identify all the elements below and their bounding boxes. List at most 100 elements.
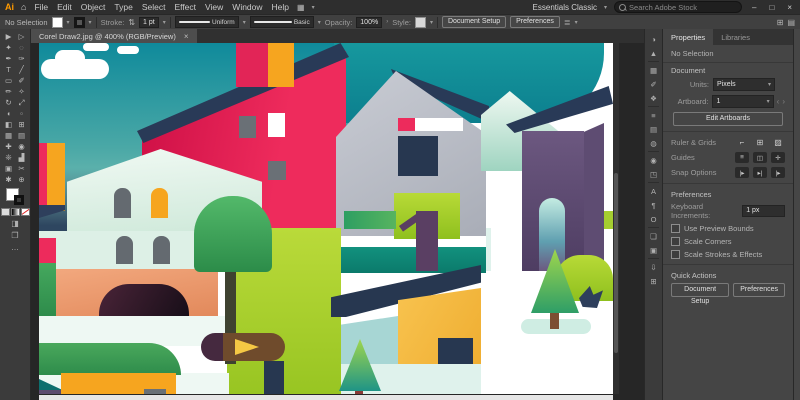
layers-panel-icon[interactable]: ❏ — [646, 229, 661, 243]
align-chevron-icon[interactable]: ▾ — [575, 19, 578, 26]
mint-house-arch-window-orange[interactable] — [151, 188, 168, 218]
stroke-color-swatch[interactable] — [74, 17, 85, 28]
pencil-tool[interactable]: ✏ — [2, 86, 15, 97]
slice-tool[interactable]: ✂ — [15, 163, 28, 174]
horizontal-scrollbar[interactable] — [31, 394, 644, 400]
tab-close-icon[interactable]: × — [184, 32, 189, 41]
paintbrush-tool[interactable]: ✐ — [15, 75, 28, 86]
edit-artboards-button[interactable]: Edit Artboards — [673, 112, 783, 126]
workspace-switcher-icon[interactable]: ▦ — [297, 3, 305, 12]
symbol-sprayer-tool[interactable]: ❊ — [2, 152, 15, 163]
artboard[interactable] — [39, 43, 613, 394]
brush-definition-select[interactable]: Basic — [250, 16, 314, 28]
quick-preferences-button[interactable]: Preferences — [733, 283, 785, 297]
width-profile-chevron-icon[interactable]: ▾ — [243, 19, 246, 26]
pine-trunk[interactable] — [550, 311, 559, 329]
variable-width-profile-select[interactable]: Uniform — [175, 16, 239, 28]
artboards-panel-icon[interactable]: ▣ — [646, 243, 661, 257]
drawing-modes-icon[interactable]: ◨ — [11, 219, 19, 228]
brushes-panel-icon[interactable]: ✐ — [646, 77, 661, 91]
grid-icon[interactable]: ⊞ — [753, 137, 767, 148]
workspace-chevron-icon[interactable]: ▾ — [604, 4, 607, 11]
artboard-tool[interactable]: ▣ — [2, 163, 15, 174]
scale-corners-checkbox[interactable] — [671, 237, 680, 246]
document-tab[interactable]: Corel Draw2.jpg @ 400% (RGB/Preview) × — [31, 29, 197, 43]
gradient-panel-icon[interactable]: ▤ — [646, 122, 661, 136]
tree-canopy[interactable] — [194, 196, 272, 272]
cloud[interactable] — [83, 43, 109, 51]
red-house-window[interactable] — [268, 161, 286, 180]
canvas-viewport[interactable] — [31, 43, 644, 394]
stroke-chevron-icon[interactable]: ▾ — [89, 19, 92, 26]
tunnel-arch[interactable] — [99, 284, 189, 316]
menu-file[interactable]: File — [33, 2, 49, 12]
fill-color-swatch[interactable] — [52, 17, 63, 28]
paragraph-panel-icon[interactable]: ¶ — [646, 198, 661, 212]
type-tool[interactable]: T — [2, 64, 15, 75]
show-guides-icon[interactable]: ≡ — [735, 152, 749, 163]
menu-edit[interactable]: Edit — [56, 2, 73, 12]
transparency-grid-icon[interactable]: ▨ — [771, 137, 785, 148]
lasso-tool[interactable]: ◌ — [15, 42, 28, 53]
scale-strokes-effects-checkbox[interactable] — [671, 250, 680, 259]
minimize-button[interactable]: – — [749, 3, 759, 12]
preferences-button[interactable]: Preferences — [510, 16, 560, 28]
vertical-scrollbar-thumb[interactable] — [614, 173, 618, 353]
fill-chevron-icon[interactable]: ▾ — [67, 19, 70, 26]
corner-ruler-icon[interactable]: ⌐ — [735, 137, 749, 148]
fill-stroke-widget[interactable] — [6, 188, 24, 205]
menu-window[interactable]: Window — [231, 2, 263, 12]
tab-properties[interactable]: Properties — [663, 29, 713, 45]
use-preview-bounds-checkbox[interactable] — [671, 224, 680, 233]
graphic-styles-panel-icon[interactable]: ◳ — [646, 167, 661, 181]
stroke-proxy[interactable] — [14, 195, 24, 205]
color-panel-icon[interactable]: ◑ — [646, 32, 661, 46]
next-artboard-icon[interactable]: › — [782, 97, 785, 106]
free-transform-tool[interactable]: ▫ — [15, 108, 28, 119]
green-strip[interactable] — [39, 263, 56, 316]
chimney-front[interactable] — [236, 43, 268, 87]
screen-mode-icon[interactable]: ❐ — [11, 231, 18, 240]
lock-guides-icon[interactable]: ◫ — [753, 152, 767, 163]
pink-block[interactable] — [39, 238, 56, 263]
yellow-house-side[interactable] — [341, 316, 398, 364]
magic-wand-tool[interactable]: ✦ — [2, 42, 15, 53]
chimney-side[interactable] — [268, 43, 294, 87]
menu-select[interactable]: Select — [141, 2, 167, 12]
asset-export-panel-icon[interactable]: ⇩ — [646, 260, 661, 274]
rectangle-tool[interactable]: ▭ — [2, 75, 15, 86]
orange-flag-pink-edge[interactable] — [39, 143, 47, 205]
cloud[interactable] — [55, 50, 85, 66]
hand-tool[interactable]: ✱ — [2, 174, 15, 185]
artboard-select[interactable]: 1▾ — [712, 95, 773, 108]
brush-chevron-icon[interactable]: ▾ — [318, 19, 321, 26]
red-house-window[interactable] — [239, 116, 256, 138]
make-guides-icon[interactable]: ✛ — [771, 152, 785, 163]
shaper-tool[interactable]: ✧ — [15, 86, 28, 97]
gray-house-window-pink[interactable] — [398, 118, 415, 131]
selection-tool[interactable]: ▶ — [2, 31, 15, 42]
mint-wall-arch-window[interactable] — [153, 236, 170, 264]
green-hedge[interactable] — [344, 211, 396, 229]
red-house-window-white[interactable] — [268, 113, 285, 137]
stroke-panel-icon[interactable]: ≡ — [646, 108, 661, 122]
close-button[interactable]: × — [784, 3, 795, 12]
green-bush[interactable] — [39, 343, 181, 375]
home-icon[interactable]: ⌂ — [21, 2, 26, 12]
menu-help[interactable]: Help — [271, 2, 290, 12]
style-swatch[interactable] — [415, 17, 426, 28]
symbols-panel-icon[interactable]: ❖ — [646, 91, 661, 105]
stroke-stepper-icon[interactable]: ⇅ — [128, 18, 135, 27]
eyedropper-tool[interactable]: ✚ — [2, 141, 15, 152]
opacity-input[interactable]: 100% — [356, 17, 382, 28]
snap-to-pixel-icon[interactable]: ▸| — [753, 167, 767, 178]
align-panel-icon[interactable]: ⊞ — [646, 274, 661, 288]
curvature-tool[interactable]: ✑ — [15, 53, 28, 64]
color-button[interactable] — [1, 208, 10, 216]
gradient-button[interactable] — [11, 208, 20, 216]
menu-view[interactable]: View — [204, 2, 224, 12]
gray-house-window-navy[interactable] — [398, 136, 438, 176]
workspace-name[interactable]: Essentials Classic — [533, 3, 597, 12]
menu-type[interactable]: Type — [113, 2, 133, 12]
horizontal-scrollbar-thumb[interactable] — [39, 395, 613, 400]
